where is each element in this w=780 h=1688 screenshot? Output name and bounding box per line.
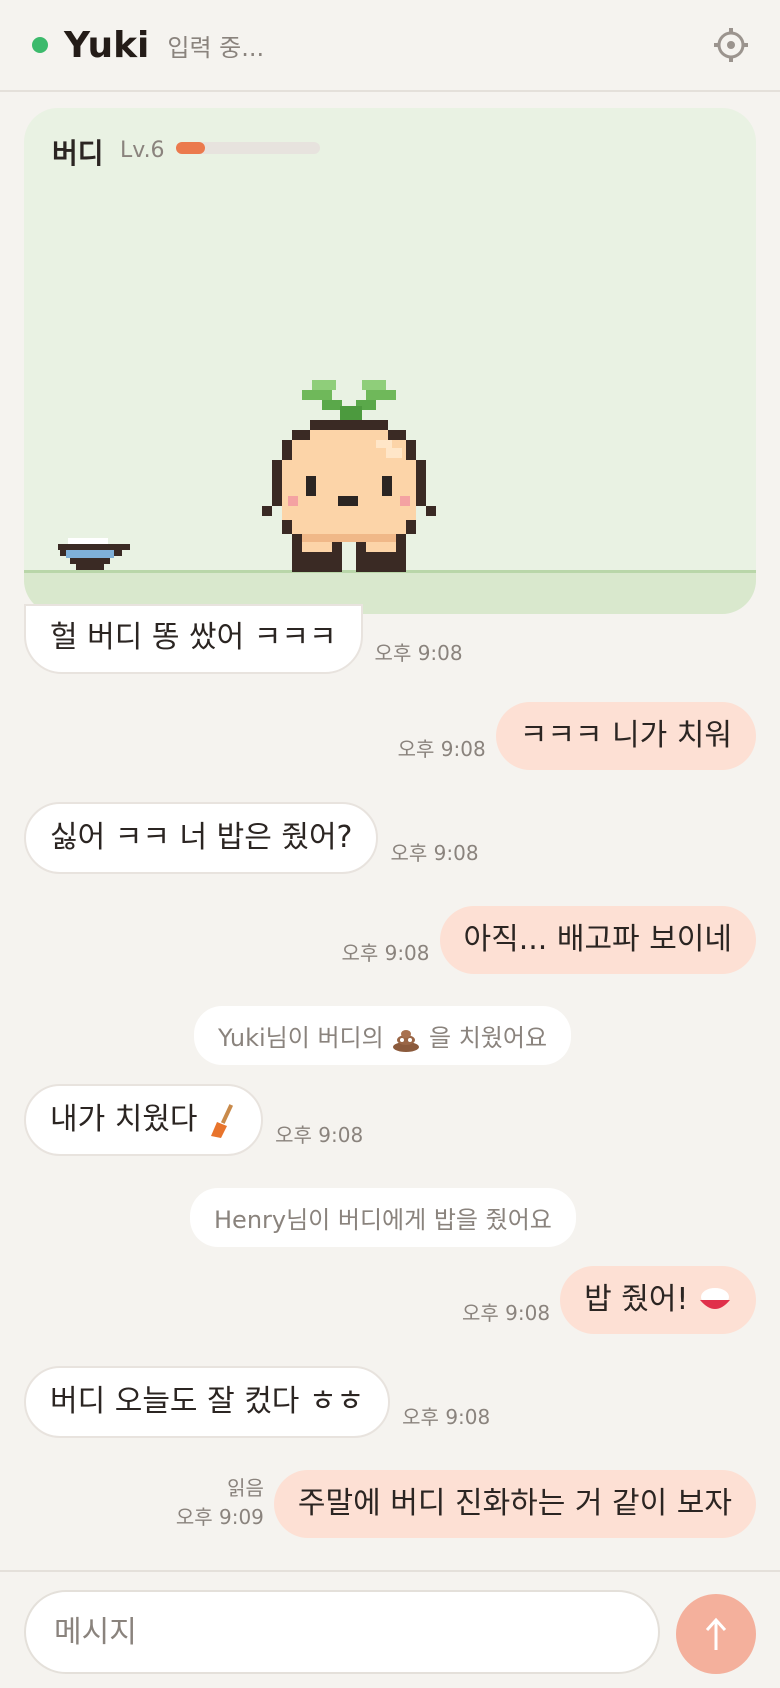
message-bubble: ㅋㅋㅋ 니가 치워 (495, 702, 756, 770)
message-bubble: 아직... 배고파 보이네 (439, 906, 756, 974)
message-outgoing[interactable]: 오후 9:08 밥 줬어! (462, 1266, 756, 1334)
system-message: Henry님이 버디에게 밥을 줬어요 (190, 1188, 576, 1247)
message-outgoing[interactable]: 오후 9:08 아직... 배고파 보이네 (341, 906, 756, 974)
read-receipt: 읽음 (227, 1476, 264, 1500)
message-time: 오후 9:08 (374, 641, 463, 665)
message-time: 오후 9:09 (175, 1505, 264, 1529)
message-input[interactable] (24, 1590, 660, 1674)
typing-status: 입력 중... (167, 33, 265, 62)
message-composer (0, 1570, 780, 1688)
rice-bowl-icon[interactable] (56, 536, 132, 576)
rice-icon (700, 1287, 730, 1309)
message-bubble: 주말에 버디 진화하는 거 같이 보자 (273, 1470, 756, 1538)
message-text: 내가 치웠다 (50, 1102, 198, 1137)
system-message: Yuki님이 버디의 을 치웠어요 (194, 1006, 572, 1065)
chat-header: Yuki 입력 중... (0, 0, 780, 92)
turnip-pet-sprite[interactable] (246, 378, 446, 578)
message-bubble: 싫어 ㅋㅋ 너 밥은 줬어? (24, 802, 379, 874)
message-time: 오후 9:08 (341, 941, 430, 965)
message-outgoing[interactable]: 오후 9:08 ㅋㅋㅋ 니가 치워 (398, 702, 756, 770)
poop-icon (393, 1030, 420, 1052)
system-text: 을 치웠어요 (429, 1024, 548, 1052)
message-time: 오후 9:08 (462, 1301, 551, 1325)
message-bubble: 내가 치웠다 (24, 1084, 264, 1156)
message-incoming[interactable]: 내가 치웠다 오후 9:08 (24, 1084, 363, 1156)
message-outgoing[interactable]: 읽음 오후 9:09 주말에 버디 진화하는 거 같이 보자 (176, 1470, 756, 1538)
message-time: 오후 9:08 (390, 841, 479, 865)
message-bubble: 헐 버디 똥 쌌어 ㅋㅋㅋ (24, 604, 363, 674)
message-bubble: 버디 오늘도 잘 컸다 ㅎㅎ (24, 1366, 391, 1438)
contact-name[interactable]: Yuki (64, 25, 149, 66)
message-time: 오후 9:08 (275, 1123, 364, 1147)
xp-progress-fill (176, 142, 205, 154)
xp-progress-bar (176, 142, 320, 154)
send-arrow-icon (705, 1617, 727, 1650)
message-bubble: 밥 줬어! (560, 1266, 756, 1334)
message-time: 오후 9:08 (397, 737, 486, 761)
message-time: 오후 9:08 (402, 1405, 491, 1429)
broom-icon (211, 1103, 234, 1138)
message-text: 밥 줬어! (584, 1282, 689, 1317)
message-incoming[interactable]: 헐 버디 똥 쌌어 ㅋㅋㅋ 오후 9:08 (24, 604, 463, 674)
gear-icon[interactable] (712, 26, 750, 64)
message-incoming[interactable]: 버디 오늘도 잘 컸다 ㅎㅎ 오후 9:08 (24, 1366, 490, 1438)
system-text: Yuki님이 버디의 (218, 1024, 384, 1052)
message-incoming[interactable]: 싫어 ㅋㅋ 너 밥은 줬어? 오후 9:08 (24, 802, 479, 874)
pet-name: 버디 (52, 137, 104, 170)
online-status-dot (32, 37, 48, 53)
send-button[interactable] (676, 1594, 756, 1674)
message-meta: 읽음 오후 9:09 (176, 1472, 264, 1530)
pet-card[interactable]: 버디 Lv.6 (24, 108, 756, 614)
pet-level: Lv.6 (120, 138, 165, 163)
